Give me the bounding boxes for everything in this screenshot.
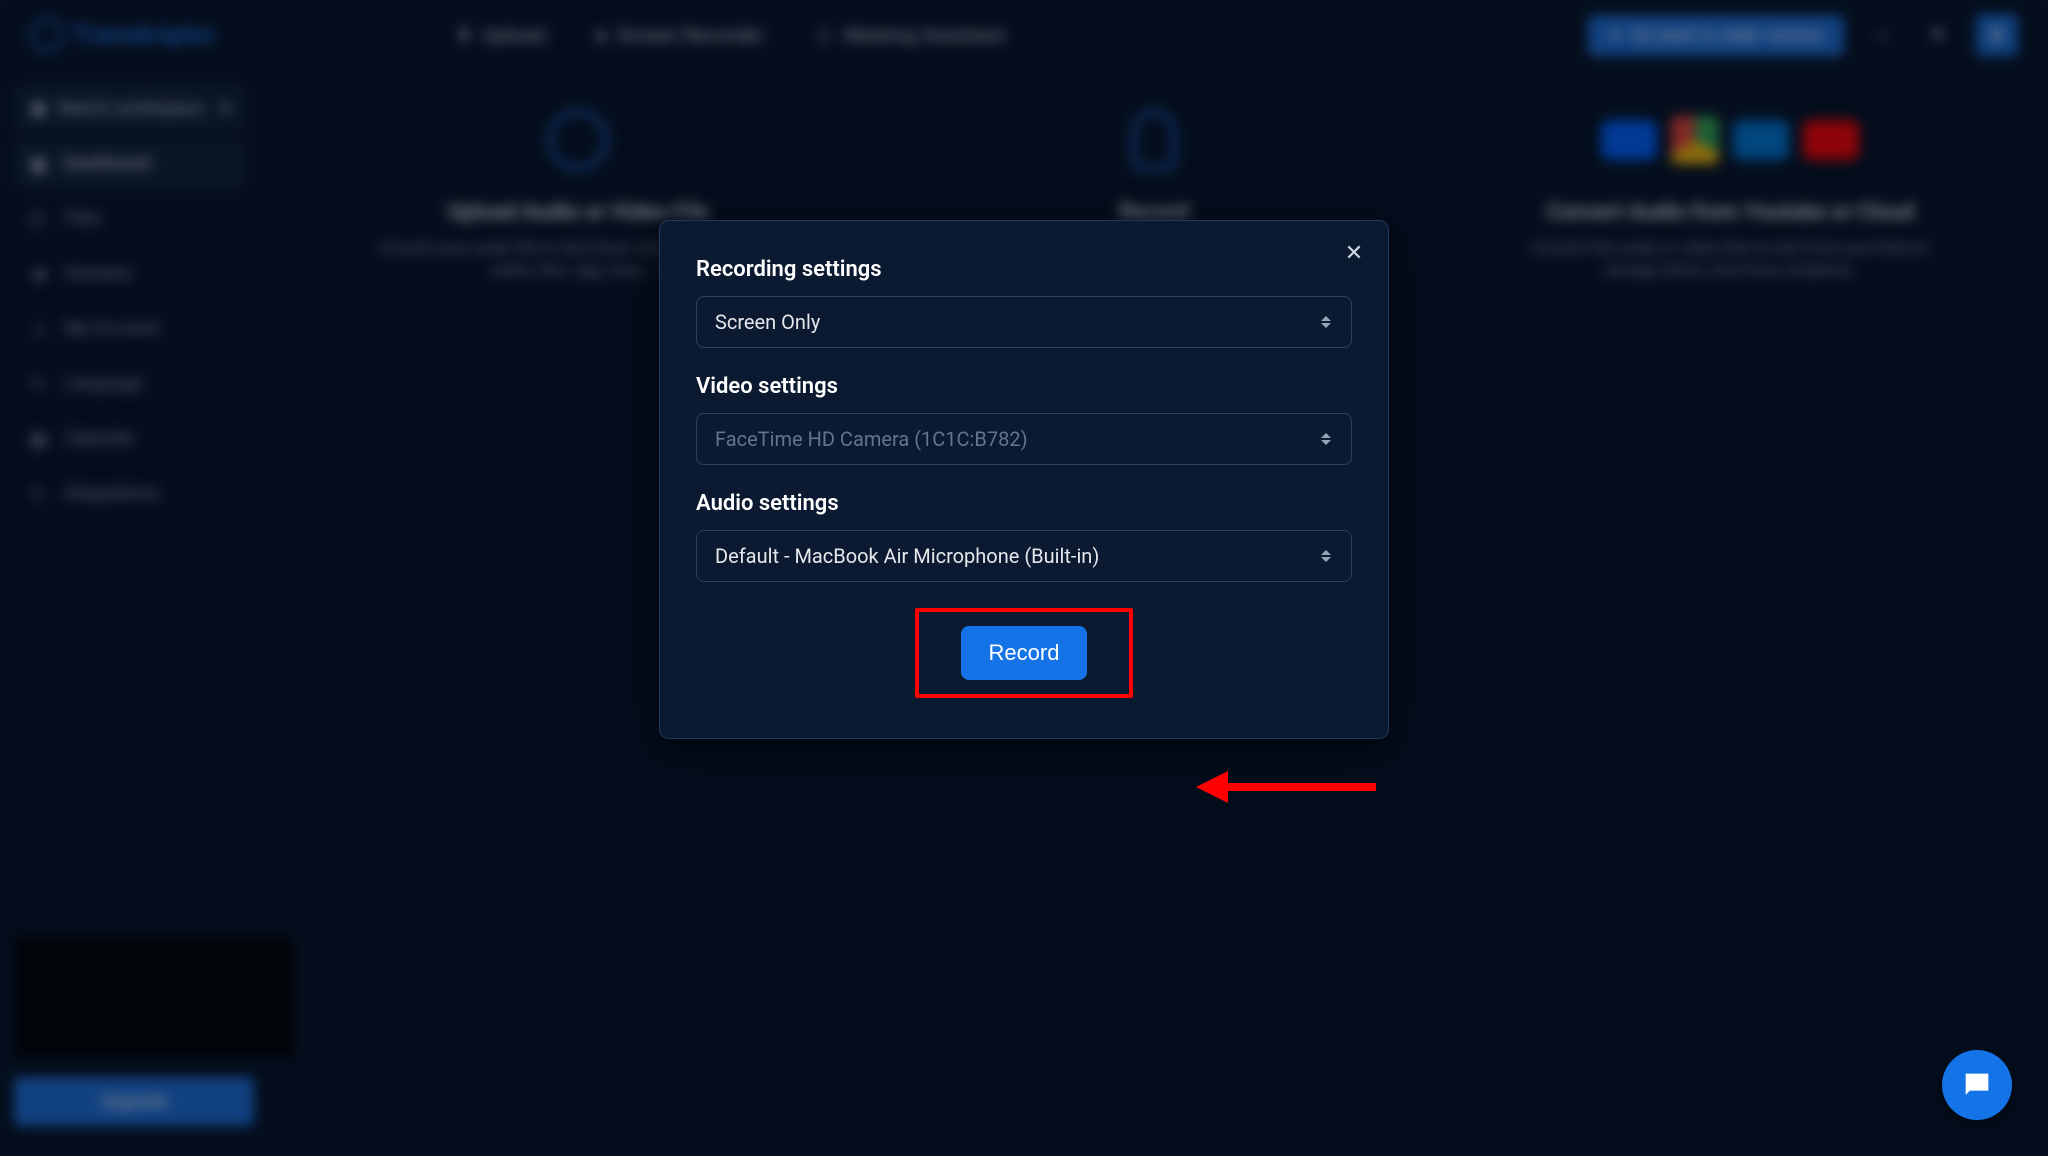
close-button[interactable]: ✕ — [1340, 239, 1368, 267]
audio-device-select[interactable]: Default - MacBook Air Microphone (Built-… — [696, 530, 1352, 582]
close-icon: ✕ — [1345, 241, 1363, 266]
record-button-label: Record — [989, 640, 1060, 665]
recording-settings-label: Recording settings — [696, 257, 1352, 282]
updown-caret-icon — [1321, 432, 1335, 446]
recording-mode-select[interactable]: Screen Only — [696, 296, 1352, 348]
audio-settings-label: Audio settings — [696, 491, 1352, 516]
modal-overlay: ✕ Recording settings Screen Only Video s… — [0, 0, 2048, 1156]
video-settings-label: Video settings — [696, 374, 1352, 399]
annotation-highlight-box: Record — [915, 608, 1134, 698]
video-device-select[interactable]: FaceTime HD Camera (1C1C:B782) — [696, 413, 1352, 465]
video-device-value: FaceTime HD Camera (1C1C:B782) — [715, 427, 1028, 451]
updown-caret-icon — [1321, 549, 1335, 563]
audio-device-value: Default - MacBook Air Microphone (Built-… — [715, 544, 1099, 568]
updown-caret-icon — [1321, 315, 1335, 329]
recording-settings-modal: ✕ Recording settings Screen Only Video s… — [659, 220, 1389, 739]
chat-icon — [1960, 1068, 1994, 1102]
chat-fab[interactable] — [1942, 1050, 2012, 1120]
recording-mode-value: Screen Only — [715, 310, 820, 334]
record-button[interactable]: Record — [961, 626, 1088, 680]
